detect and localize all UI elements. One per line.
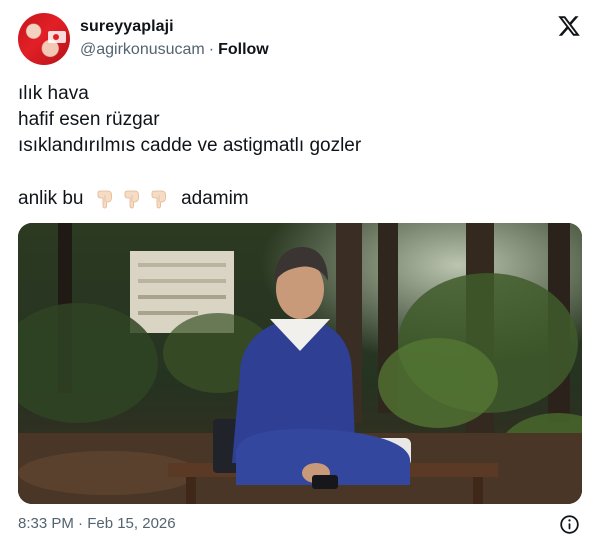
tweet-timestamp[interactable]: 8:33 PM · Feb 15, 2026 <box>18 515 176 532</box>
photo-image <box>18 223 582 504</box>
tweet-card: sureyyaplaji @agirkonusucam · Follow ılı… <box>0 0 600 555</box>
pointing-down-hand-icon <box>121 187 143 209</box>
tweet-line-4-end: adamim <box>181 188 249 209</box>
author-handle[interactable]: @agirkonusucam <box>80 41 205 59</box>
tweet-line-4: anlik bu adamim <box>18 186 578 212</box>
tweet-text: ılık hava hafif esen rüzgar ısıklandırıl… <box>18 81 578 212</box>
pointing-down-hand-icon <box>148 187 170 209</box>
tweet-photo[interactable] <box>18 223 582 504</box>
author-display-name[interactable]: sureyyaplaji <box>80 18 174 36</box>
info-icon[interactable] <box>559 514 580 535</box>
tweet-line-4-start: anlik bu <box>18 188 84 209</box>
pointing-down-hand-icon <box>94 187 116 209</box>
x-logo-icon[interactable] <box>557 14 581 38</box>
separator-dot: · <box>208 41 215 58</box>
tweet-line-1: ılık hava <box>18 83 89 104</box>
follow-button[interactable]: Follow <box>218 41 269 59</box>
flag-icon <box>48 31 66 43</box>
tweet-line-2: hafif esen rüzgar <box>18 109 160 130</box>
tweet-line-3: ısıklandırılmıs cadde ve astigmatlı gozl… <box>18 135 362 156</box>
author-handle-row: @agirkonusucam · Follow <box>80 41 269 59</box>
avatar[interactable] <box>18 13 70 65</box>
